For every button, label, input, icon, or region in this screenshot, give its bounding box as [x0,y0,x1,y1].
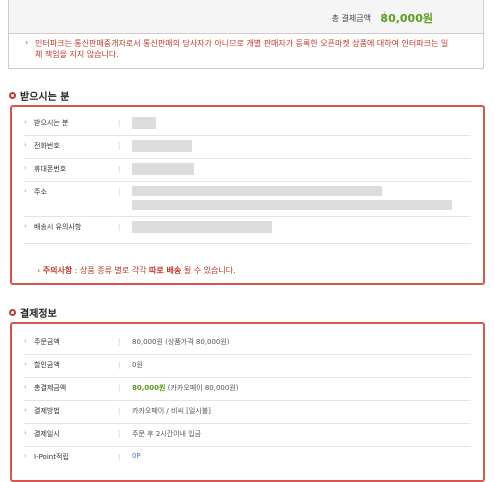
caution-text: : 상품 종류 별로 각각 [74,266,147,275]
section-title-text: 결제정보 [20,309,57,320]
row-label: 받으시는 분 [34,119,69,127]
table-row: › I-Point적립 | 0P [24,447,471,469]
caret-right-icon: › [37,266,41,275]
section-title-text: 받으시는 분 [20,92,70,103]
divider: | [118,119,121,127]
caret-right-icon: › [24,187,27,195]
row-label: 배송시 유의사항 [34,223,82,231]
table-row: › 주소 | [24,182,471,217]
caret-right-icon: › [24,452,27,460]
row-label: 주소 [34,188,47,196]
caret-right-icon: › [24,337,27,345]
total-payment-bar: 총 결제금액 80,000원 [8,0,484,34]
caret-right-icon: › [25,38,29,47]
row-label: 휴대폰번호 [34,165,67,173]
caution-bold: 따로 배송 [149,266,182,275]
redacted-value [132,117,156,129]
payment-panel: › 주문금액 | 80,000원 (상품가격 80,000원) › 할인금액 |… [10,322,485,482]
divider: | [118,384,121,392]
divider: | [118,142,121,150]
redacted-value [132,200,452,210]
divider: | [118,223,121,231]
total-amount-detail: (카카오페이 80,000원) [167,384,239,392]
redacted-value [132,140,192,152]
row-value: 80,000원 (카카오페이 80,000원) [132,383,239,393]
row-label: 주문금액 [34,338,60,346]
section-title-payment: 결제정보 [9,305,57,320]
table-row: › 전화번호 | [24,136,471,159]
table-row: › 받으시는 분 | [24,113,471,136]
table-row: › 결제방법 | 카카오페이 / 비씨 [일시불] [24,401,471,424]
caret-right-icon: › [24,406,27,414]
row-label: 결제방법 [34,407,60,415]
row-label: 총결제금액 [34,384,67,392]
total-payment-label: 총 결제금액 [331,14,371,23]
caution-suffix: 될 수 있습니다. [183,266,236,275]
row-value: 0원 [132,361,143,369]
caution-note: › 주의사항 : 상품 종류 별로 각각 따로 배송 될 수 있습니다. [37,265,236,276]
table-row: › 할인금액 | 0원 [24,355,471,378]
redacted-value [132,163,194,175]
caution-prefix: 주의사항 [42,266,73,275]
caret-right-icon: › [24,383,27,391]
caret-right-icon: › [24,164,27,172]
caret-right-icon: › [24,429,27,437]
redacted-value [132,186,382,196]
caret-right-icon: › [24,141,27,149]
table-row: › 총결제금액 | 80,000원 (카카오페이 80,000원) [24,378,471,401]
row-label: 할인금액 [34,361,60,369]
table-row: › 휴대폰번호 | [24,159,471,182]
divider: | [118,430,121,438]
total-payment-value: 80,000원 [380,12,433,25]
divider: | [118,407,121,415]
redacted-value [132,221,272,233]
divider: | [118,165,121,173]
section-bullet-icon [9,92,16,99]
total-amount-value: 80,000원 [132,384,166,392]
row-value: 카카오페이 / 비씨 [일시불] [132,407,211,415]
row-label: I-Point적립 [34,453,69,461]
notice-text: 인터파크는 통신판매중개자로서 통신판매의 당사자가 아니므로 개별 판매자가 … [35,39,449,59]
divider: | [118,361,121,369]
row-value: 80,000원 (상품가격 80,000원) [132,338,230,346]
divider: | [118,338,121,346]
section-bullet-icon [9,309,16,316]
table-row: › 주문금액 | 80,000원 (상품가격 80,000원) [24,332,471,355]
caret-right-icon: › [24,118,27,126]
row-label: 결제일시 [34,430,60,438]
section-title-recipient: 받으시는 분 [9,88,69,103]
divider: | [118,188,121,196]
row-value: 0P [132,452,141,460]
table-row: › 배송시 유의사항 | [24,217,471,244]
notice-box: › 인터파크는 통신판매중개자로서 통신판매의 당사자가 아니므로 개별 판매자… [8,34,484,69]
table-row: › 결제일시 | 주문 후 2시간이내 입금 [24,424,471,447]
divider: | [118,453,121,461]
caret-right-icon: › [24,222,27,230]
row-value: 주문 후 2시간이내 입금 [132,430,202,438]
caret-right-icon: › [24,360,27,368]
recipient-panel: › 받으시는 분 | › 전화번호 | › 휴대폰번호 | › 주소 | › 배… [10,105,485,285]
row-label: 전화번호 [34,142,60,150]
